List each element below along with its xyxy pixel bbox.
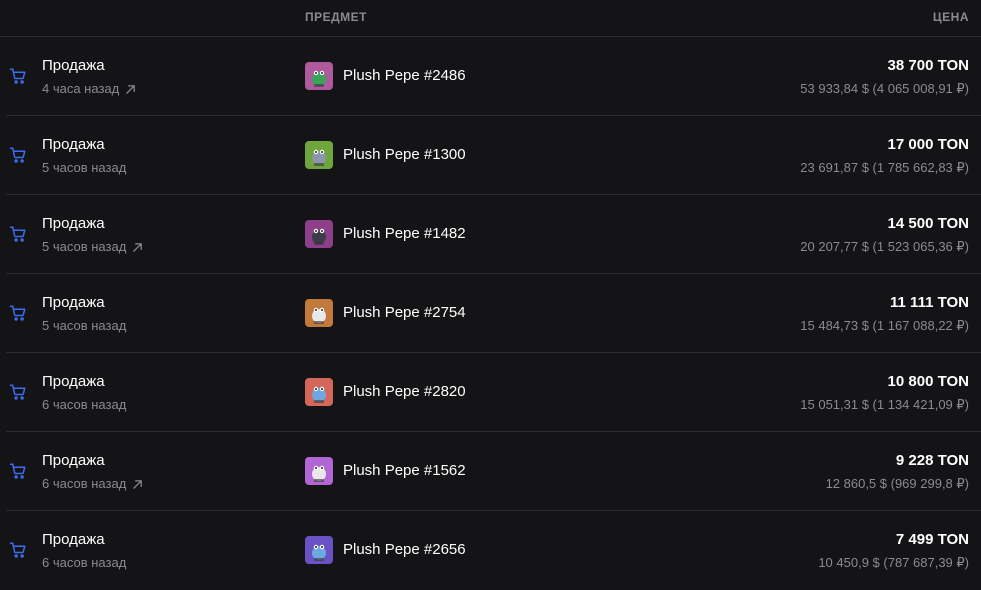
transaction-type: Продажа — [42, 294, 105, 311]
transaction-time: 6 часов назад — [42, 555, 126, 570]
item-name[interactable]: Plush Pepe #1300 — [343, 146, 466, 163]
table-row[interactable]: Продажа 6 часов назад Plush Pepe #1562 9… — [6, 432, 981, 511]
transaction-time: 5 часов назад — [42, 318, 126, 333]
price-fiat: 53 933,84 $ (4 065 008,91 ₽) — [800, 81, 969, 96]
price-fiat: 15 051,31 $ (1 134 421,09 ₽) — [800, 397, 969, 412]
time-label: 6 часов назад — [42, 397, 127, 412]
transaction-time: 6 часов назад — [42, 397, 126, 412]
table-row[interactable]: Продажа 5 часов назад Plush Pepe #2754 1… — [6, 274, 981, 353]
item-thumbnail-pepe-plush-blue[interactable] — [305, 378, 333, 406]
item-thumbnail-pepe-plush-green[interactable] — [305, 62, 333, 90]
cart-icon — [9, 462, 27, 480]
price-ton: 11 111 TON — [890, 294, 969, 311]
price-ton: 14 500 TON — [887, 215, 969, 232]
external-link-icon[interactable] — [132, 241, 143, 252]
item-thumbnail-pepe-plush-blue[interactable] — [305, 536, 333, 564]
price-fiat: 20 207,77 $ (1 523 065,36 ₽) — [800, 239, 969, 254]
item-name[interactable]: Plush Pepe #2754 — [343, 304, 466, 321]
transaction-time: 5 часов назад — [42, 160, 126, 175]
external-link-icon[interactable] — [132, 478, 143, 489]
price-fiat: 23 691,87 $ (1 785 662,83 ₽) — [800, 160, 969, 175]
transaction-type: Продажа — [42, 215, 105, 232]
time-label: 5 часов назад — [42, 318, 127, 333]
external-link-icon[interactable] — [125, 83, 136, 94]
item-name[interactable]: Plush Pepe #1482 — [343, 225, 466, 242]
item-thumbnail-pepe-plush-dark[interactable] — [305, 220, 333, 248]
column-header-item: ПРЕДМЕТ — [305, 10, 368, 24]
column-header-price: ЦЕНА — [932, 10, 969, 24]
transaction-time: 5 часов назад — [42, 239, 143, 254]
time-label: 6 часов назад — [42, 476, 127, 491]
transaction-time: 4 часа назад — [42, 81, 136, 96]
price-fiat: 10 450,9 $ (787 687,39 ₽) — [818, 555, 969, 570]
table-row[interactable]: Продажа 6 часов назад Plush Pepe #2820 1… — [6, 353, 981, 432]
table-row[interactable]: Продажа 4 часа назад Plush Pepe #2486 38… — [6, 37, 981, 116]
transaction-type: Продажа — [42, 452, 105, 469]
price-ton: 10 800 TON — [887, 373, 969, 390]
price-fiat: 12 860,5 $ (969 299,8 ₽) — [825, 476, 969, 491]
item-thumbnail-pepe-plush-gray[interactable] — [305, 141, 333, 169]
cart-icon — [9, 383, 27, 401]
transaction-time: 6 часов назад — [42, 476, 143, 491]
cart-icon — [9, 146, 27, 164]
transaction-type: Продажа — [42, 373, 105, 390]
item-name[interactable]: Plush Pepe #1562 — [343, 462, 466, 479]
transaction-type: Продажа — [42, 136, 105, 153]
price-ton: 17 000 TON — [887, 136, 969, 153]
item-name[interactable]: Plush Pepe #2820 — [343, 383, 466, 400]
transaction-type: Продажа — [42, 57, 105, 74]
cart-icon — [9, 225, 27, 243]
item-thumbnail-pepe-plush-white[interactable] — [305, 299, 333, 327]
time-label: 5 часов назад — [42, 239, 127, 254]
table-row[interactable]: Продажа 6 часов назад Plush Pepe #2656 7… — [6, 511, 981, 590]
activity-list: Продажа 4 часа назад Plush Pepe #2486 38… — [0, 37, 981, 590]
time-label: 4 часа назад — [42, 81, 120, 96]
table-row[interactable]: Продажа 5 часов назад Plush Pepe #1482 1… — [6, 195, 981, 274]
price-ton: 9 228 TON — [895, 452, 969, 469]
item-thumbnail-pepe-plush-white[interactable] — [305, 457, 333, 485]
item-name[interactable]: Plush Pepe #2486 — [343, 67, 466, 84]
price-fiat: 15 484,73 $ (1 167 088,22 ₽) — [800, 318, 969, 333]
cart-icon — [9, 541, 27, 559]
transaction-type: Продажа — [42, 531, 105, 548]
cart-icon — [9, 304, 27, 322]
table-row[interactable]: Продажа 5 часов назад Plush Pepe #1300 1… — [6, 116, 981, 195]
price-ton: 7 499 TON — [895, 531, 969, 548]
price-ton: 38 700 TON — [887, 57, 969, 74]
table-header: ПРЕДМЕТ ЦЕНА — [0, 0, 981, 37]
item-name[interactable]: Plush Pepe #2656 — [343, 541, 466, 558]
cart-icon — [9, 67, 27, 85]
time-label: 6 часов назад — [42, 555, 127, 570]
time-label: 5 часов назад — [42, 160, 127, 175]
